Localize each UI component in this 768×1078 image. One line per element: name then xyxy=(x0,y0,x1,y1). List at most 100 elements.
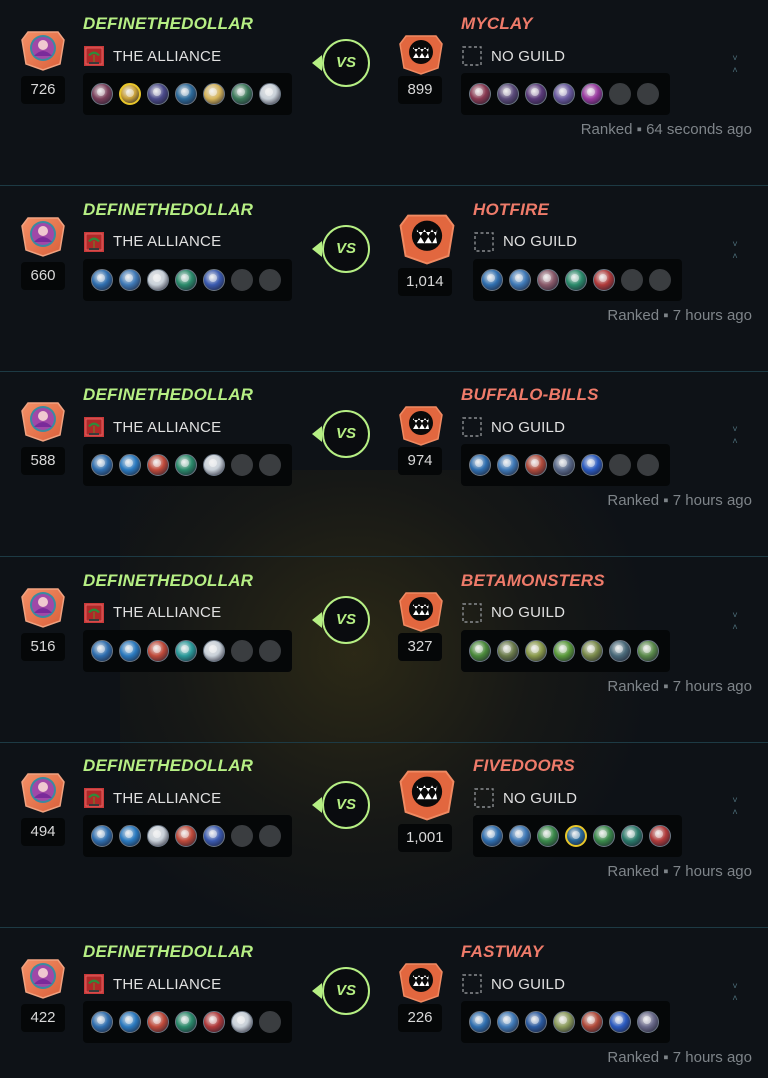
opponent-name[interactable]: FIVEDOORS xyxy=(473,756,575,776)
monster-card-icon[interactable] xyxy=(525,83,547,105)
monster-card-icon[interactable] xyxy=(231,83,253,105)
monster-card-icon[interactable] xyxy=(147,83,169,105)
monster-card-icon[interactable] xyxy=(175,83,197,105)
monster-card-icon[interactable] xyxy=(497,639,519,662)
monster-card-icon[interactable] xyxy=(497,83,519,105)
monster-card-icon[interactable] xyxy=(203,1011,225,1033)
player-avatar[interactable] xyxy=(20,583,66,629)
expand-chevron-icon[interactable]: ˅ ˄ xyxy=(730,423,740,449)
monster-card-icon[interactable] xyxy=(469,1011,491,1033)
player-name[interactable]: DEFINETHEDOLLAR xyxy=(83,14,253,34)
monster-card-icon[interactable] xyxy=(497,454,519,477)
monster-card-icon[interactable] xyxy=(119,1011,141,1033)
monster-card-icon[interactable] xyxy=(119,639,141,662)
monster-card-icon[interactable] xyxy=(509,825,531,848)
monster-card-icon[interactable] xyxy=(509,268,531,291)
monster-card-icon[interactable] xyxy=(147,825,169,848)
monster-card-icon[interactable] xyxy=(119,454,141,477)
monster-card-icon[interactable] xyxy=(175,825,197,848)
player-name[interactable]: DEFINETHEDOLLAR xyxy=(83,571,253,591)
monster-card-icon[interactable] xyxy=(481,268,503,291)
monster-card-icon[interactable] xyxy=(609,639,631,662)
monster-card-icon[interactable] xyxy=(147,454,169,477)
opponent-name[interactable]: HOTFIRE xyxy=(473,200,549,220)
monster-card-icon[interactable] xyxy=(637,1011,659,1033)
monster-card-icon[interactable] xyxy=(565,825,587,848)
monster-card-icon[interactable] xyxy=(175,454,197,477)
monster-card-icon[interactable] xyxy=(203,83,225,105)
opponent-avatar[interactable] xyxy=(398,958,444,1004)
monster-card-icon[interactable] xyxy=(581,1011,603,1033)
expand-chevron-icon[interactable]: ˅ ˄ xyxy=(730,238,740,264)
monster-card-icon[interactable] xyxy=(553,1011,575,1033)
player-guild[interactable]: THE ALLIANCE xyxy=(83,44,221,68)
monster-card-icon[interactable] xyxy=(469,83,491,105)
player-avatar[interactable] xyxy=(20,26,66,72)
player-guild[interactable]: THE ALLIANCE xyxy=(83,972,221,996)
opponent-avatar[interactable] xyxy=(398,587,444,633)
monster-card-icon[interactable] xyxy=(621,825,643,848)
monster-card-icon[interactable] xyxy=(581,639,603,662)
expand-chevron-icon[interactable]: ˅ ˄ xyxy=(730,980,740,1006)
monster-card-icon[interactable] xyxy=(525,454,547,477)
battle-row[interactable]: 494 DEFINETHEDOLLAR THE ALLIANCE VS 1,001 F… xyxy=(0,742,768,929)
monster-card-icon[interactable] xyxy=(119,83,141,105)
monster-card-icon[interactable] xyxy=(203,454,225,477)
monster-card-icon[interactable] xyxy=(91,454,113,477)
monster-card-icon[interactable] xyxy=(469,639,491,662)
opponent-name[interactable]: BUFFALO-BILLS xyxy=(461,385,599,405)
player-name[interactable]: DEFINETHEDOLLAR xyxy=(83,942,253,962)
player-guild[interactable]: THE ALLIANCE xyxy=(83,601,221,625)
monster-card-icon[interactable] xyxy=(119,268,141,291)
monster-card-icon[interactable] xyxy=(175,639,197,662)
monster-card-icon[interactable] xyxy=(565,268,587,291)
monster-card-icon[interactable] xyxy=(91,825,113,848)
opponent-name[interactable]: MYCLAY xyxy=(461,14,533,34)
monster-card-icon[interactable] xyxy=(553,83,575,105)
monster-card-icon[interactable] xyxy=(593,825,615,848)
player-avatar[interactable] xyxy=(20,768,66,814)
battle-row[interactable]: 516 DEFINETHEDOLLAR THE ALLIANCE VS 327 BET… xyxy=(0,557,768,743)
monster-card-icon[interactable] xyxy=(525,1011,547,1033)
monster-card-icon[interactable] xyxy=(91,1011,113,1033)
monster-card-icon[interactable] xyxy=(581,83,603,105)
monster-card-icon[interactable] xyxy=(469,454,491,477)
monster-card-icon[interactable] xyxy=(481,825,503,848)
monster-card-icon[interactable] xyxy=(259,83,281,105)
monster-card-icon[interactable] xyxy=(593,268,615,291)
player-guild[interactable]: THE ALLIANCE xyxy=(83,230,221,254)
monster-card-icon[interactable] xyxy=(609,1011,631,1033)
monster-card-icon[interactable] xyxy=(581,454,603,477)
expand-chevron-icon[interactable]: ˅ ˄ xyxy=(730,52,740,78)
battle-row[interactable]: 660 DEFINETHEDOLLAR THE ALLIANCE VS 1,014 H… xyxy=(0,186,768,372)
monster-card-icon[interactable] xyxy=(231,1011,253,1033)
opponent-name[interactable]: FASTWAY xyxy=(461,942,543,962)
monster-card-icon[interactable] xyxy=(203,639,225,662)
monster-card-icon[interactable] xyxy=(175,268,197,291)
player-guild[interactable]: THE ALLIANCE xyxy=(83,415,221,439)
monster-card-icon[interactable] xyxy=(203,825,225,848)
battle-row[interactable]: 726 DEFINETHEDOLLAR THE ALLIANCE VS 899 MYC… xyxy=(0,0,768,186)
expand-chevron-icon[interactable]: ˅ ˄ xyxy=(730,609,740,635)
player-guild[interactable]: THE ALLIANCE xyxy=(83,786,221,810)
monster-card-icon[interactable] xyxy=(497,1011,519,1033)
expand-chevron-icon[interactable]: ˅ ˄ xyxy=(730,794,740,820)
monster-card-icon[interactable] xyxy=(637,639,659,662)
opponent-avatar[interactable] xyxy=(398,208,456,266)
player-avatar[interactable] xyxy=(20,212,66,258)
monster-card-icon[interactable] xyxy=(553,639,575,662)
monster-card-icon[interactable] xyxy=(91,268,113,291)
monster-card-icon[interactable] xyxy=(203,268,225,291)
monster-card-icon[interactable] xyxy=(537,268,559,291)
monster-card-icon[interactable] xyxy=(175,1011,197,1033)
monster-card-icon[interactable] xyxy=(649,825,671,848)
monster-card-icon[interactable] xyxy=(553,454,575,477)
monster-card-icon[interactable] xyxy=(147,1011,169,1033)
monster-card-icon[interactable] xyxy=(147,268,169,291)
monster-card-icon[interactable] xyxy=(525,639,547,662)
opponent-avatar[interactable] xyxy=(398,30,444,76)
monster-card-icon[interactable] xyxy=(91,83,113,105)
monster-card-icon[interactable] xyxy=(147,639,169,662)
monster-card-icon[interactable] xyxy=(537,825,559,848)
player-name[interactable]: DEFINETHEDOLLAR xyxy=(83,756,253,776)
